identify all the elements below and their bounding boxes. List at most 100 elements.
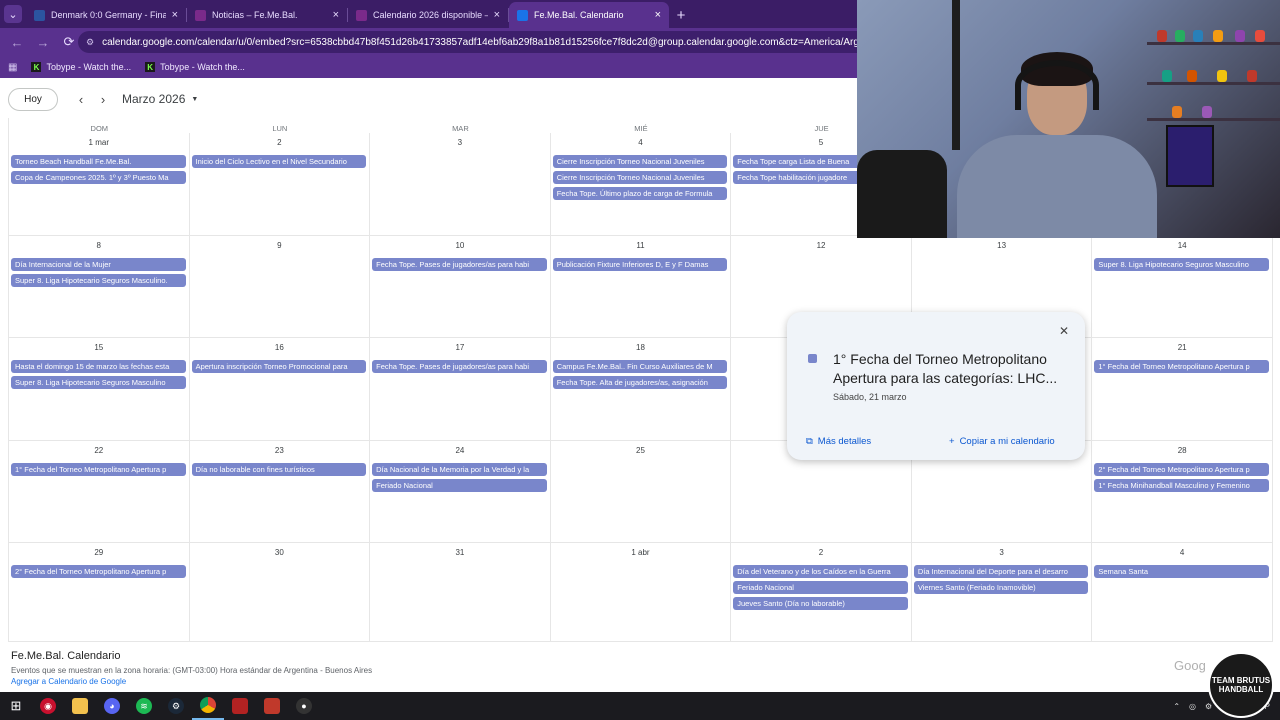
day-number[interactable]: 1 abr	[551, 548, 731, 560]
day-cell[interactable]: 8 Día Internacional de la Mujer Super 8. L…	[9, 236, 190, 337]
day-cell[interactable]: 22 1° Fecha del Torneo Metropolitano Aper…	[9, 441, 190, 542]
event-chip[interactable]: Día del Veterano y de los Caídos en la G…	[733, 565, 908, 578]
day-cell[interactable]: 24 Día Nacional de la Memoria por la Verd…	[370, 441, 551, 542]
today-button[interactable]: Hoy	[8, 87, 58, 111]
taskbar-app[interactable]: ⚙	[160, 692, 192, 720]
start-button[interactable]: ⊞	[0, 692, 32, 720]
close-tab-icon[interactable]: ×	[333, 9, 339, 21]
add-to-google-link[interactable]: Agregar a Calendario de Google	[11, 677, 126, 686]
day-cell[interactable]: 21 1° Fecha del Torneo Metropolitano Aper…	[1092, 338, 1273, 440]
day-cell[interactable]: 1 mar Torneo Beach Handball Fe.Me.Bal. Cop…	[9, 133, 190, 235]
event-chip[interactable]: Fecha Tope. Último plazo de carga de For…	[552, 187, 728, 200]
day-cell[interactable]: 4 Cierre Inscripción Torneo Nacional Juve…	[551, 133, 732, 235]
day-cell[interactable]: 29 2° Fecha del Torneo Metropolitano Aper…	[9, 543, 190, 641]
event-chip[interactable]: Viernes Santo (Feriado Inamovible)	[913, 581, 1089, 594]
day-number[interactable]: 25	[551, 446, 731, 458]
taskbar-app[interactable]	[256, 692, 288, 720]
browser-tab[interactable]: Noticias – Fe.Me.Bal. ×	[187, 2, 347, 28]
day-cell[interactable]: 3 Día Internacional del Deporte para el d…	[912, 543, 1093, 641]
day-cell[interactable]: 14 Super 8. Liga Hipotecario Seguros Masc…	[1092, 236, 1273, 337]
day-number[interactable]: 13	[912, 241, 1092, 253]
day-number[interactable]: 21	[1092, 343, 1272, 355]
event-chip[interactable]: Día Internacional del Deporte para el de…	[913, 565, 1089, 578]
event-chip[interactable]: Hasta el domingo 15 de marzo las fechas …	[11, 360, 186, 373]
new-tab-button[interactable]: +	[669, 2, 693, 28]
day-number[interactable]: 15	[9, 343, 189, 355]
day-number[interactable]: 10	[370, 241, 550, 253]
bookmark-item[interactable]: K Tobype - Watch the...	[31, 62, 131, 72]
day-number[interactable]: 8	[9, 241, 189, 253]
day-number[interactable]: 9	[190, 241, 370, 253]
day-cell[interactable]: 25	[551, 441, 732, 542]
site-info-icon[interactable]: ⚙	[86, 37, 94, 48]
prev-month-button[interactable]: ‹	[70, 88, 92, 110]
back-button[interactable]: ←	[6, 31, 28, 53]
day-cell[interactable]: 2 Inicio del Ciclo Lectivo en el Nivel Se…	[190, 133, 371, 235]
event-chip[interactable]: Fecha Tope. Pases de jugadores/as para h…	[372, 360, 547, 373]
taskbar-app[interactable]: ◕	[96, 692, 128, 720]
event-chip[interactable]: 1° Fecha Minihandball Masculino y Femeni…	[1094, 479, 1269, 492]
taskbar-app[interactable]	[64, 692, 96, 720]
day-number[interactable]: 3	[912, 548, 1092, 560]
forward-button[interactable]: →	[32, 31, 54, 53]
day-cell[interactable]: 15 Hasta el domingo 15 de marzo las fecha…	[9, 338, 190, 440]
bookmark-item[interactable]: K Tobype - Watch the...	[145, 62, 245, 72]
event-chip[interactable]: Fecha Tope. Pases de jugadores/as para h…	[372, 258, 547, 271]
event-chip[interactable]: 2° Fecha del Torneo Metropolitano Apertu…	[1094, 463, 1269, 476]
day-cell[interactable]: 4 Semana Santa	[1092, 543, 1273, 641]
day-number[interactable]: 1 mar	[9, 138, 189, 150]
day-cell[interactable]: 10 Fecha Tope. Pases de jugadores/as para…	[370, 236, 551, 337]
day-number[interactable]: 31	[370, 548, 550, 560]
event-chip[interactable]: Fecha Tope. Alta de jugadores/as, asigna…	[552, 376, 728, 389]
day-cell[interactable]: 18 Campus Fe.Me.Bal.. Fin Curso Auxiliare…	[551, 338, 732, 440]
browser-tab[interactable]: Denmark 0:0 Germany - Final | L ×	[26, 2, 186, 28]
day-number[interactable]: 4	[1092, 548, 1272, 560]
day-cell[interactable]: 23 Día no laborable con fines turísticos	[190, 441, 371, 542]
day-number[interactable]: 12	[731, 241, 911, 253]
apps-grid-icon[interactable]: ▦	[8, 62, 17, 73]
event-chip[interactable]: Campus Fe.Me.Bal.. Fin Curso Auxiliares …	[552, 360, 728, 373]
event-chip[interactable]: Jueves Santo (Día no laborable)	[733, 597, 908, 610]
event-chip[interactable]: Feriado Nacional	[372, 479, 547, 492]
day-number[interactable]: 18	[551, 343, 731, 355]
taskbar-app[interactable]: ◉	[32, 692, 64, 720]
day-number[interactable]: 11	[551, 241, 731, 253]
taskbar-app[interactable]: ●	[288, 692, 320, 720]
day-cell[interactable]: 28 2° Fecha del Torneo Metropolitano Aper…	[1092, 441, 1273, 542]
event-chip[interactable]: Día Nacional de la Memoria por la Verdad…	[372, 463, 547, 476]
event-chip[interactable]: Publicación Fixture Inferiores D, E y F …	[552, 258, 728, 271]
day-number[interactable]: 24	[370, 446, 550, 458]
day-cell[interactable]: 9	[190, 236, 371, 337]
day-cell[interactable]: 16 Apertura inscripción Torneo Promociona…	[190, 338, 371, 440]
event-chip[interactable]: Torneo Beach Handball Fe.Me.Bal.	[11, 155, 186, 168]
event-chip[interactable]: Semana Santa	[1094, 565, 1269, 578]
tab-search-button[interactable]: ⌄	[0, 0, 26, 28]
day-cell[interactable]: 2 Día del Veterano y de los Caídos en la …	[731, 543, 912, 641]
event-chip[interactable]: Inicio del Ciclo Lectivo en el Nivel Sec…	[191, 155, 367, 168]
day-number[interactable]: 30	[190, 548, 370, 560]
event-chip[interactable]: Copa de Campeones 2025. 1º y 3º Puesto M…	[11, 171, 186, 184]
google-logo[interactable]: Goog	[1174, 658, 1206, 673]
copy-to-calendar-link[interactable]: + Copiar a mi calendario	[949, 436, 1055, 447]
day-cell[interactable]: 11 Publicación Fixture Inferiores D, E y …	[551, 236, 732, 337]
day-number[interactable]: 3	[370, 138, 550, 150]
month-selector[interactable]: Marzo 2026 ▼	[122, 92, 198, 106]
event-chip[interactable]: Cierre Inscripción Torneo Nacional Juven…	[552, 155, 728, 168]
taskbar-app[interactable]	[224, 692, 256, 720]
chevron-up-icon[interactable]: ⌃	[1173, 702, 1180, 711]
day-number[interactable]: 16	[190, 343, 370, 355]
close-icon[interactable]: ✕	[1059, 324, 1069, 338]
event-chip[interactable]: Super 8. Liga Hipotecario Seguros Mascul…	[1094, 258, 1269, 271]
event-chip[interactable]: Cierre Inscripción Torneo Nacional Juven…	[552, 171, 728, 184]
day-cell[interactable]: 1 abr	[551, 543, 732, 641]
day-cell[interactable]: 31	[370, 543, 551, 641]
event-chip[interactable]: 1° Fecha del Torneo Metropolitano Apertu…	[1094, 360, 1269, 373]
day-number[interactable]: 17	[370, 343, 550, 355]
event-chip[interactable]: Feriado Nacional	[733, 581, 908, 594]
steam-tray-icon[interactable]: ⚙	[1205, 702, 1212, 711]
event-chip[interactable]: 1° Fecha del Torneo Metropolitano Apertu…	[11, 463, 186, 476]
event-chip[interactable]: Super 8. Liga Hipotecario Seguros Mascul…	[11, 376, 186, 389]
browser-tab[interactable]: Fe.Me.Bal. Calendario ×	[509, 2, 669, 28]
event-chip[interactable]: 2° Fecha del Torneo Metropolitano Apertu…	[11, 565, 186, 578]
next-month-button[interactable]: ›	[92, 88, 114, 110]
